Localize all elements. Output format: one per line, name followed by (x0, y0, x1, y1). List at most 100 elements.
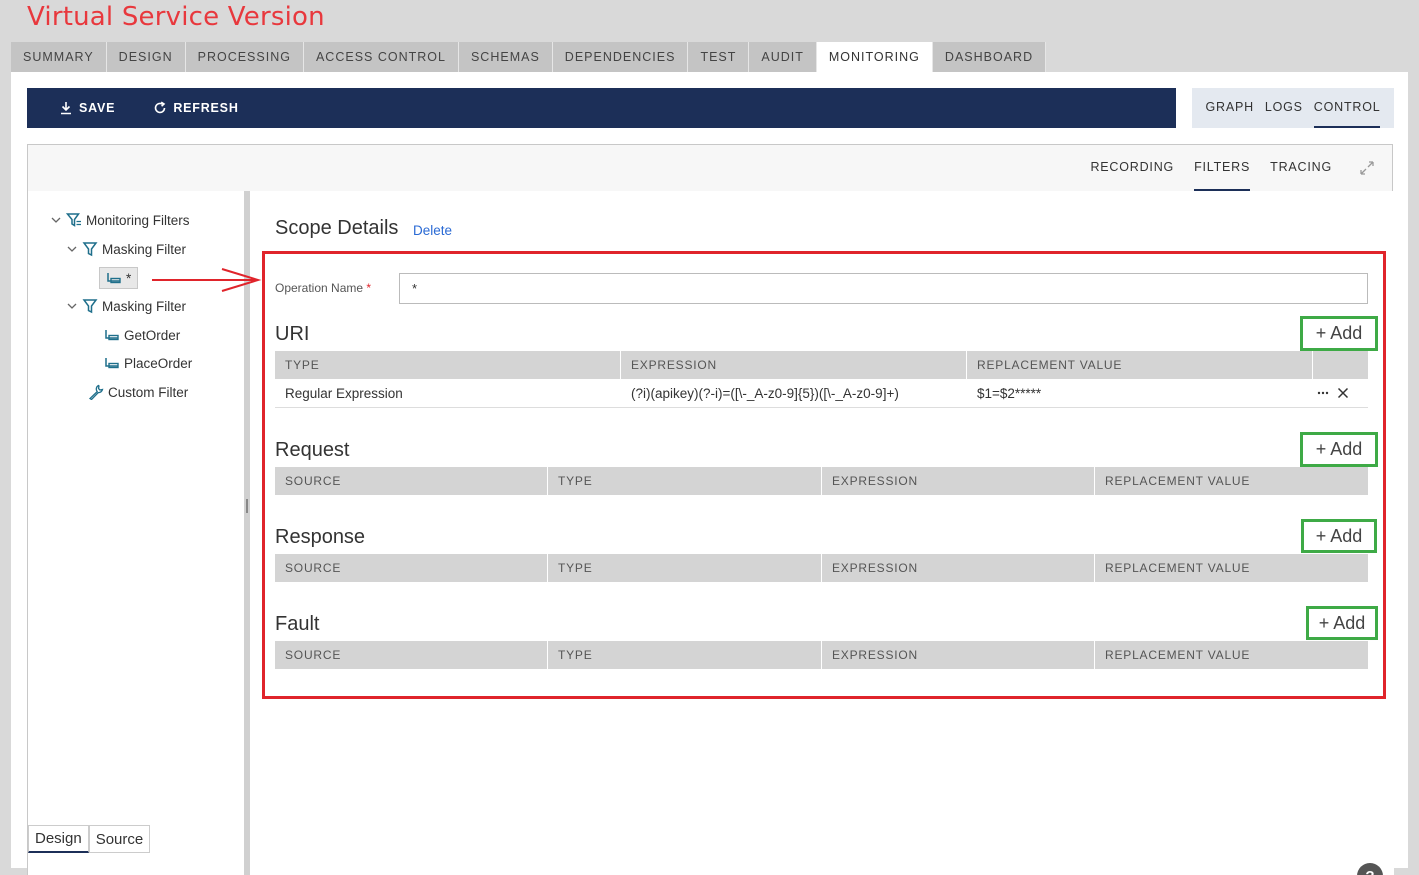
save-label: SAVE (79, 101, 116, 115)
tab-logs[interactable]: LOGS (1265, 88, 1303, 128)
refresh-label: REFRESH (173, 101, 239, 115)
tab-tracing[interactable]: TRACING (1270, 145, 1332, 191)
chevron-down-icon[interactable] (66, 300, 78, 312)
sub-tabs: RECORDING FILTERS TRACING (1090, 145, 1376, 191)
tree-node-get-order[interactable]: GetOrder (104, 327, 180, 343)
tree-node-place-order[interactable]: PlaceOrder (104, 355, 192, 371)
table-row[interactable]: Regular Expression (?i)(apikey)(?-i)=([\… (275, 379, 1368, 408)
column-header[interactable]: TYPE (548, 641, 822, 669)
wrench-icon (88, 384, 104, 400)
bottom-tabs: Design Source (28, 825, 151, 853)
toolbar: SAVE REFRESH (27, 88, 1176, 128)
tab-design[interactable]: DESIGN (106, 42, 186, 72)
expand-icon[interactable] (1358, 159, 1376, 177)
filters-content: RECORDING FILTERS TRACING Monitoring Fil… (27, 144, 1394, 875)
column-header-actions (1313, 351, 1368, 379)
tree-node-custom-filter[interactable]: Custom Filter (88, 384, 188, 400)
tree-label: Custom Filter (108, 384, 189, 400)
tree-node-masking-filter-2[interactable]: Masking Filter (66, 298, 186, 314)
required-mark: * (366, 281, 372, 295)
operation-name-text: Operation Name (275, 281, 364, 295)
cell-expression: (?i)(apikey)(?-i)=([\-_A-z0-9]{5})([\-_A… (631, 385, 899, 401)
fault-section-title: Fault (275, 613, 320, 635)
tab-design-view[interactable]: Design (28, 825, 89, 853)
operation-name-label: Operation Name * (275, 281, 371, 295)
view-tabs: GRAPH LOGS CONTROL (1192, 88, 1394, 128)
tab-recording[interactable]: RECORDING (1090, 145, 1174, 191)
uri-section-title: URI (275, 323, 310, 345)
tab-schemas[interactable]: SCHEMAS (458, 42, 553, 72)
cell-type: Regular Expression (285, 385, 403, 401)
tree-node-scope-star[interactable]: * (99, 267, 139, 289)
request-section-title: Request (275, 439, 350, 461)
tree-label: PlaceOrder (124, 355, 193, 371)
column-header[interactable]: EXPRESSION (621, 351, 967, 379)
tree-label: GetOrder (124, 327, 181, 343)
tab-summary[interactable]: SUMMARY (11, 42, 107, 72)
scope-icon (105, 330, 119, 341)
column-header[interactable]: SOURCE (275, 467, 548, 495)
tab-source-view[interactable]: Source (88, 825, 151, 853)
tree-label: Monitoring Filters (86, 212, 190, 228)
column-header[interactable]: REPLACEMENT VALUE (1095, 467, 1368, 495)
operation-name-input[interactable] (399, 273, 1368, 304)
download-icon (61, 102, 71, 115)
scope-icon (105, 358, 119, 369)
scope-details-title: Scope Details (275, 217, 399, 239)
column-header[interactable]: EXPRESSION (822, 641, 1095, 669)
main-tabs: SUMMARY DESIGN PROCESSING ACCESS CONTROL… (11, 42, 1047, 72)
tree-label: Masking Filter (102, 298, 187, 314)
tab-audit[interactable]: AUDIT (749, 42, 817, 72)
tab-processing[interactable]: PROCESSING (185, 42, 304, 72)
tree-label: Masking Filter (102, 241, 187, 257)
column-header[interactable]: REPLACEMENT VALUE (1095, 641, 1368, 669)
refresh-icon (155, 101, 166, 114)
column-header[interactable]: TYPE (548, 554, 822, 582)
response-add-button[interactable]: + Add (1301, 519, 1377, 553)
funnel-icon (82, 299, 98, 314)
scope-details-pane: Scope Details Delete Operation Name * UR… (250, 191, 1394, 875)
tab-monitoring[interactable]: MONITORING (816, 42, 933, 72)
chevron-down-icon[interactable] (66, 243, 78, 255)
column-header[interactable]: EXPRESSION (822, 467, 1095, 495)
funnel-icon (82, 242, 98, 257)
response-table-header: SOURCE TYPE EXPRESSION REPLACEMENT VALUE (275, 554, 1368, 582)
more-options-icon[interactable] (1317, 387, 1329, 399)
column-header[interactable]: REPLACEMENT VALUE (1095, 554, 1368, 582)
tab-graph[interactable]: GRAPH (1205, 88, 1253, 128)
column-header[interactable]: TYPE (548, 467, 822, 495)
request-table-header: SOURCE TYPE EXPRESSION REPLACEMENT VALUE (275, 467, 1368, 495)
cell-replacement: $1=$2***** (977, 385, 1042, 401)
column-header[interactable]: SOURCE (275, 554, 548, 582)
tree-node-monitoring-filters[interactable]: Monitoring Filters (50, 212, 190, 228)
splitter-grip[interactable] (246, 499, 248, 513)
help-button[interactable]: ? (1357, 863, 1383, 875)
column-header[interactable]: SOURCE (275, 641, 548, 669)
response-section-title: Response (275, 526, 366, 548)
fault-table-header: SOURCE TYPE EXPRESSION REPLACEMENT VALUE (275, 641, 1368, 669)
annotation-arrow-icon (152, 268, 262, 292)
chevron-down-icon[interactable] (50, 214, 62, 226)
save-button[interactable]: SAVE (59, 101, 115, 115)
column-header[interactable]: EXPRESSION (822, 554, 1095, 582)
filters-funnel-icon (66, 213, 81, 227)
tab-control[interactable]: CONTROL (1313, 88, 1381, 128)
row-actions (1313, 379, 1368, 407)
tab-access-control[interactable]: ACCESS CONTROL (303, 42, 459, 72)
uri-table-header: TYPE EXPRESSION REPLACEMENT VALUE (275, 351, 1368, 379)
delete-link[interactable]: Delete (413, 223, 452, 238)
tree-node-masking-filter-1[interactable]: Masking Filter (66, 241, 186, 257)
tab-filters[interactable]: FILTERS (1194, 145, 1251, 191)
column-header[interactable]: REPLACEMENT VALUE (967, 351, 1313, 379)
monitoring-panel: SAVE REFRESH GRAPH LOGS CONTROL RECORDIN… (11, 72, 1408, 875)
column-header[interactable]: TYPE (275, 351, 621, 379)
tab-test[interactable]: TEST (688, 42, 750, 72)
tab-dashboard[interactable]: DASHBOARD (932, 42, 1047, 72)
refresh-button[interactable]: REFRESH (153, 101, 238, 115)
uri-add-button[interactable]: + Add (1300, 316, 1378, 351)
tree-label: * (126, 270, 132, 286)
request-add-button[interactable]: + Add (1300, 432, 1378, 467)
close-icon[interactable] (1337, 387, 1349, 399)
fault-add-button[interactable]: + Add (1306, 606, 1378, 640)
tab-dependencies[interactable]: DEPENDENCIES (552, 42, 689, 72)
